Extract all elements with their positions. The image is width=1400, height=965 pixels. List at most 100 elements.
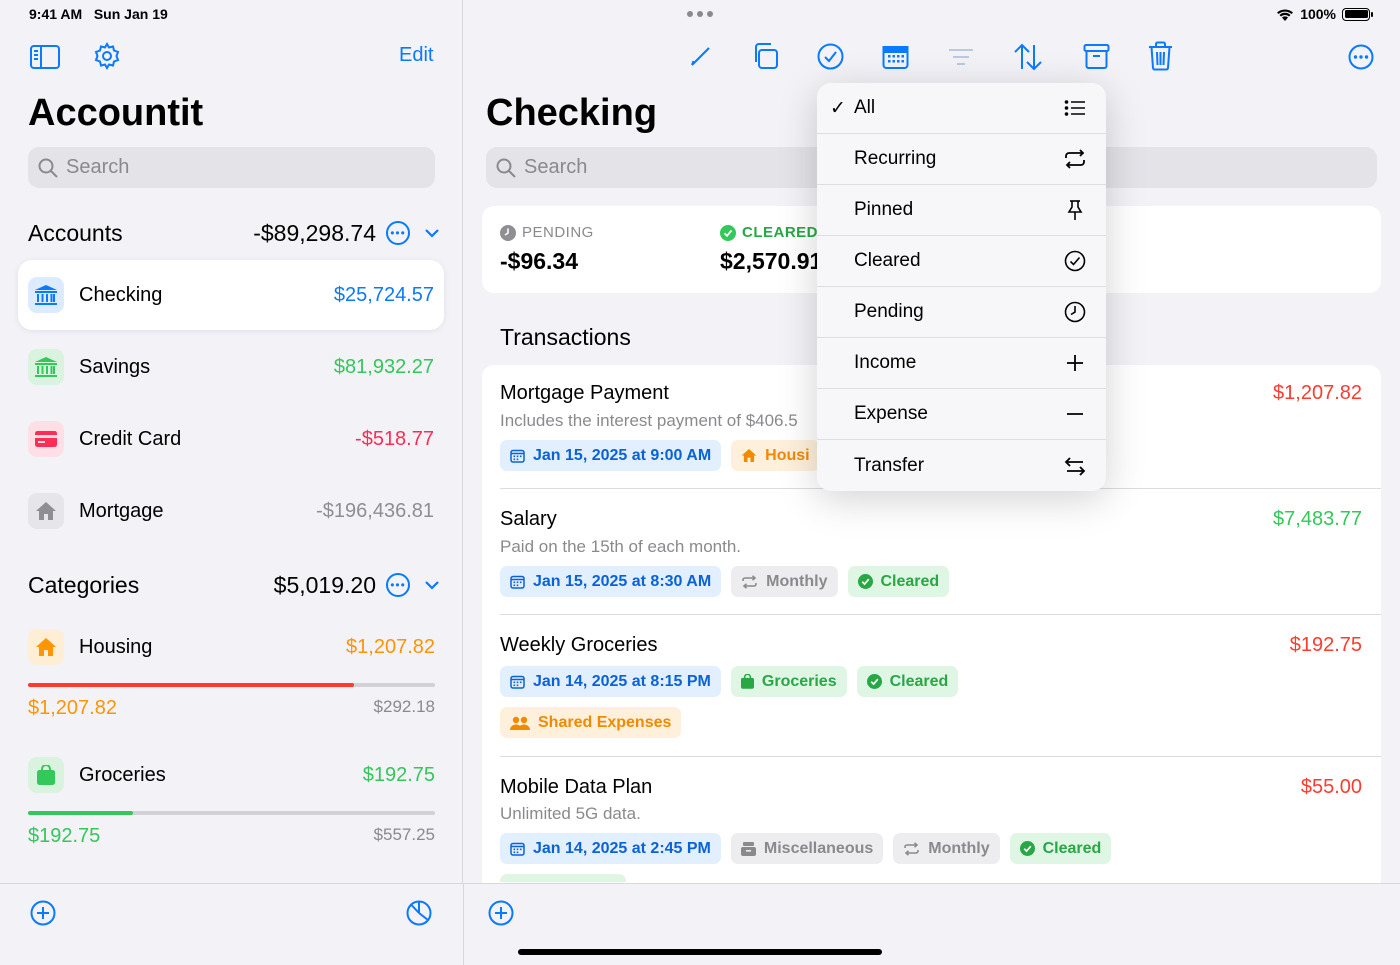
date-chip[interactable]: Jan 15, 2025 at 8:30 AM bbox=[500, 566, 722, 597]
filter-option-pinned[interactable]: Pinned bbox=[817, 185, 1106, 236]
minus-icon bbox=[1067, 413, 1083, 415]
category-remaining: $557.25 bbox=[373, 825, 435, 844]
shopping-bag-icon bbox=[28, 757, 64, 793]
trash-icon bbox=[1149, 41, 1172, 71]
pin-icon bbox=[1067, 200, 1083, 220]
filter-option-label: Recurring bbox=[854, 148, 937, 169]
status-chip-label: Cleared bbox=[1042, 839, 1102, 857]
accounts-more-button[interactable]: ••• bbox=[386, 221, 410, 245]
plus-circle-icon bbox=[30, 900, 56, 926]
status-chip-label: Cleared bbox=[889, 672, 949, 690]
edit-button[interactable]: Edit bbox=[399, 44, 433, 67]
category-row-groceries[interactable]: Groceries $192.75 $192.75 $557.25 bbox=[28, 755, 435, 848]
delete-button[interactable] bbox=[1148, 41, 1173, 71]
more-options-button[interactable] bbox=[1348, 44, 1374, 70]
filter-option-cleared[interactable]: Cleared bbox=[817, 236, 1106, 287]
date-chip-label: Jan 14, 2025 at 2:45 PM bbox=[533, 839, 711, 857]
filter-option-income[interactable]: Income bbox=[817, 338, 1106, 389]
archive-icon bbox=[1083, 44, 1110, 69]
category-chip-label: Miscellaneous bbox=[763, 839, 874, 857]
sort-button[interactable] bbox=[1013, 43, 1043, 71]
filter-icon bbox=[949, 49, 973, 65]
account-row-credit-card[interactable]: Credit Card -$518.77 bbox=[18, 404, 444, 474]
transaction-amount: $1,207.82 bbox=[1273, 382, 1362, 404]
calendar-icon bbox=[882, 46, 909, 69]
filter-option-label: Transfer bbox=[854, 454, 925, 476]
archive-button[interactable] bbox=[1083, 43, 1110, 70]
filter-option-all[interactable]: ✓ All bbox=[817, 83, 1106, 134]
date-chip[interactable]: Jan 15, 2025 at 9:00 AM bbox=[500, 440, 722, 471]
clock-icon bbox=[1064, 301, 1086, 323]
app-title: Accountit bbox=[28, 92, 204, 134]
add-account-button[interactable] bbox=[30, 900, 56, 926]
account-row-mortgage[interactable]: Mortgage -$196,436.81 bbox=[18, 476, 444, 546]
date-chip[interactable]: Jan 14, 2025 at 2:45 PM bbox=[500, 833, 721, 864]
sidebar-search-input[interactable]: Search bbox=[28, 147, 435, 188]
house-icon bbox=[28, 493, 64, 529]
multitasking-dots[interactable] bbox=[687, 11, 713, 17]
pie-chart-icon bbox=[406, 900, 432, 926]
wifi-icon bbox=[1277, 8, 1294, 21]
house-icon bbox=[741, 448, 757, 463]
add-transaction-button[interactable] bbox=[488, 900, 514, 926]
category-chip[interactable]: Miscellaneous bbox=[730, 833, 884, 864]
transaction-note: Paid on the 15th of each month. bbox=[500, 537, 742, 556]
budget-progress-bar bbox=[28, 683, 435, 687]
date-chip-label: Jan 15, 2025 at 8:30 AM bbox=[533, 572, 712, 590]
calendar-icon bbox=[510, 842, 525, 856]
category-name: Groceries bbox=[79, 763, 166, 786]
category-row-housing[interactable]: Housing $1,207.82 $1,207.82 $292.18 bbox=[28, 627, 435, 720]
account-row-savings[interactable]: Savings $81,932.27 bbox=[18, 332, 444, 402]
account-amount: $25,724.57 bbox=[333, 283, 434, 306]
status-chip[interactable]: Cleared bbox=[847, 566, 950, 597]
transaction-amount: $55.00 bbox=[1300, 776, 1362, 798]
settings-button[interactable] bbox=[93, 42, 121, 70]
filter-option-expense[interactable]: Expense bbox=[817, 389, 1106, 440]
filter-option-pending[interactable]: Pending bbox=[817, 287, 1106, 338]
filter-option-recurring[interactable]: Recurring bbox=[817, 134, 1106, 185]
calendar-button[interactable] bbox=[882, 44, 909, 70]
pencil-icon bbox=[691, 47, 710, 66]
battery-icon bbox=[1342, 7, 1373, 21]
status-time: 9:41 AM Sun Jan 19 bbox=[29, 6, 168, 22]
category-chip[interactable]: Housi bbox=[731, 440, 820, 471]
transaction-row[interactable]: Salary $7,483.77 Paid on the 15th of eac… bbox=[482, 496, 1381, 614]
filter-button[interactable] bbox=[948, 48, 974, 66]
sidebar-toggle-button[interactable] bbox=[30, 44, 60, 70]
edit-transaction-button[interactable] bbox=[689, 44, 713, 68]
filter-option-transfer[interactable]: Transfer bbox=[817, 440, 1106, 491]
date-chip[interactable]: Jan 14, 2025 at 8:15 PM bbox=[500, 666, 721, 697]
list-icon bbox=[1064, 100, 1085, 116]
repeat-icon bbox=[742, 574, 757, 589]
status-chip[interactable]: Cleared bbox=[856, 666, 959, 697]
partial-chip bbox=[500, 874, 626, 882]
account-name: Credit Card bbox=[79, 427, 182, 450]
search-icon bbox=[496, 158, 516, 178]
recurrence-chip[interactable]: Monthly bbox=[731, 566, 838, 597]
duplicate-button[interactable] bbox=[751, 42, 779, 70]
transactions-section-label: Transactions bbox=[500, 324, 631, 350]
repeat-icon bbox=[904, 841, 920, 856]
categories-total: $5,019.20 bbox=[273, 571, 376, 598]
category-chip[interactable]: Groceries bbox=[730, 666, 847, 697]
recurrence-chip[interactable]: Monthly bbox=[893, 833, 1000, 864]
transaction-row[interactable]: Weekly Groceries $192.75 Jan 14, 2025 at… bbox=[482, 622, 1381, 756]
checkmark-circle-icon bbox=[817, 43, 844, 70]
tag-chip[interactable]: Shared Expenses bbox=[500, 707, 682, 738]
bank-icon bbox=[28, 349, 64, 385]
credit-card-icon bbox=[28, 421, 64, 457]
reports-button[interactable] bbox=[406, 900, 432, 926]
sidebar-icon bbox=[30, 45, 60, 69]
categories-label: Categories bbox=[28, 571, 140, 598]
account-amount: -$518.77 bbox=[355, 427, 434, 450]
transaction-row[interactable]: Mobile Data Plan $55.00 Unlimited 5G dat… bbox=[482, 764, 1381, 882]
account-row-checking[interactable]: Checking $25,724.57 bbox=[18, 260, 444, 330]
categories-more-button[interactable]: ••• bbox=[386, 573, 410, 597]
transaction-title: Mortgage Payment bbox=[500, 382, 669, 404]
transaction-title: Mobile Data Plan bbox=[500, 776, 653, 798]
chevron-down-icon[interactable] bbox=[424, 225, 440, 241]
tag-chip-label: Shared Expenses bbox=[538, 713, 672, 731]
status-chip[interactable]: Cleared bbox=[1009, 833, 1112, 864]
chevron-down-icon[interactable] bbox=[424, 577, 440, 593]
mark-cleared-button[interactable] bbox=[817, 43, 844, 70]
